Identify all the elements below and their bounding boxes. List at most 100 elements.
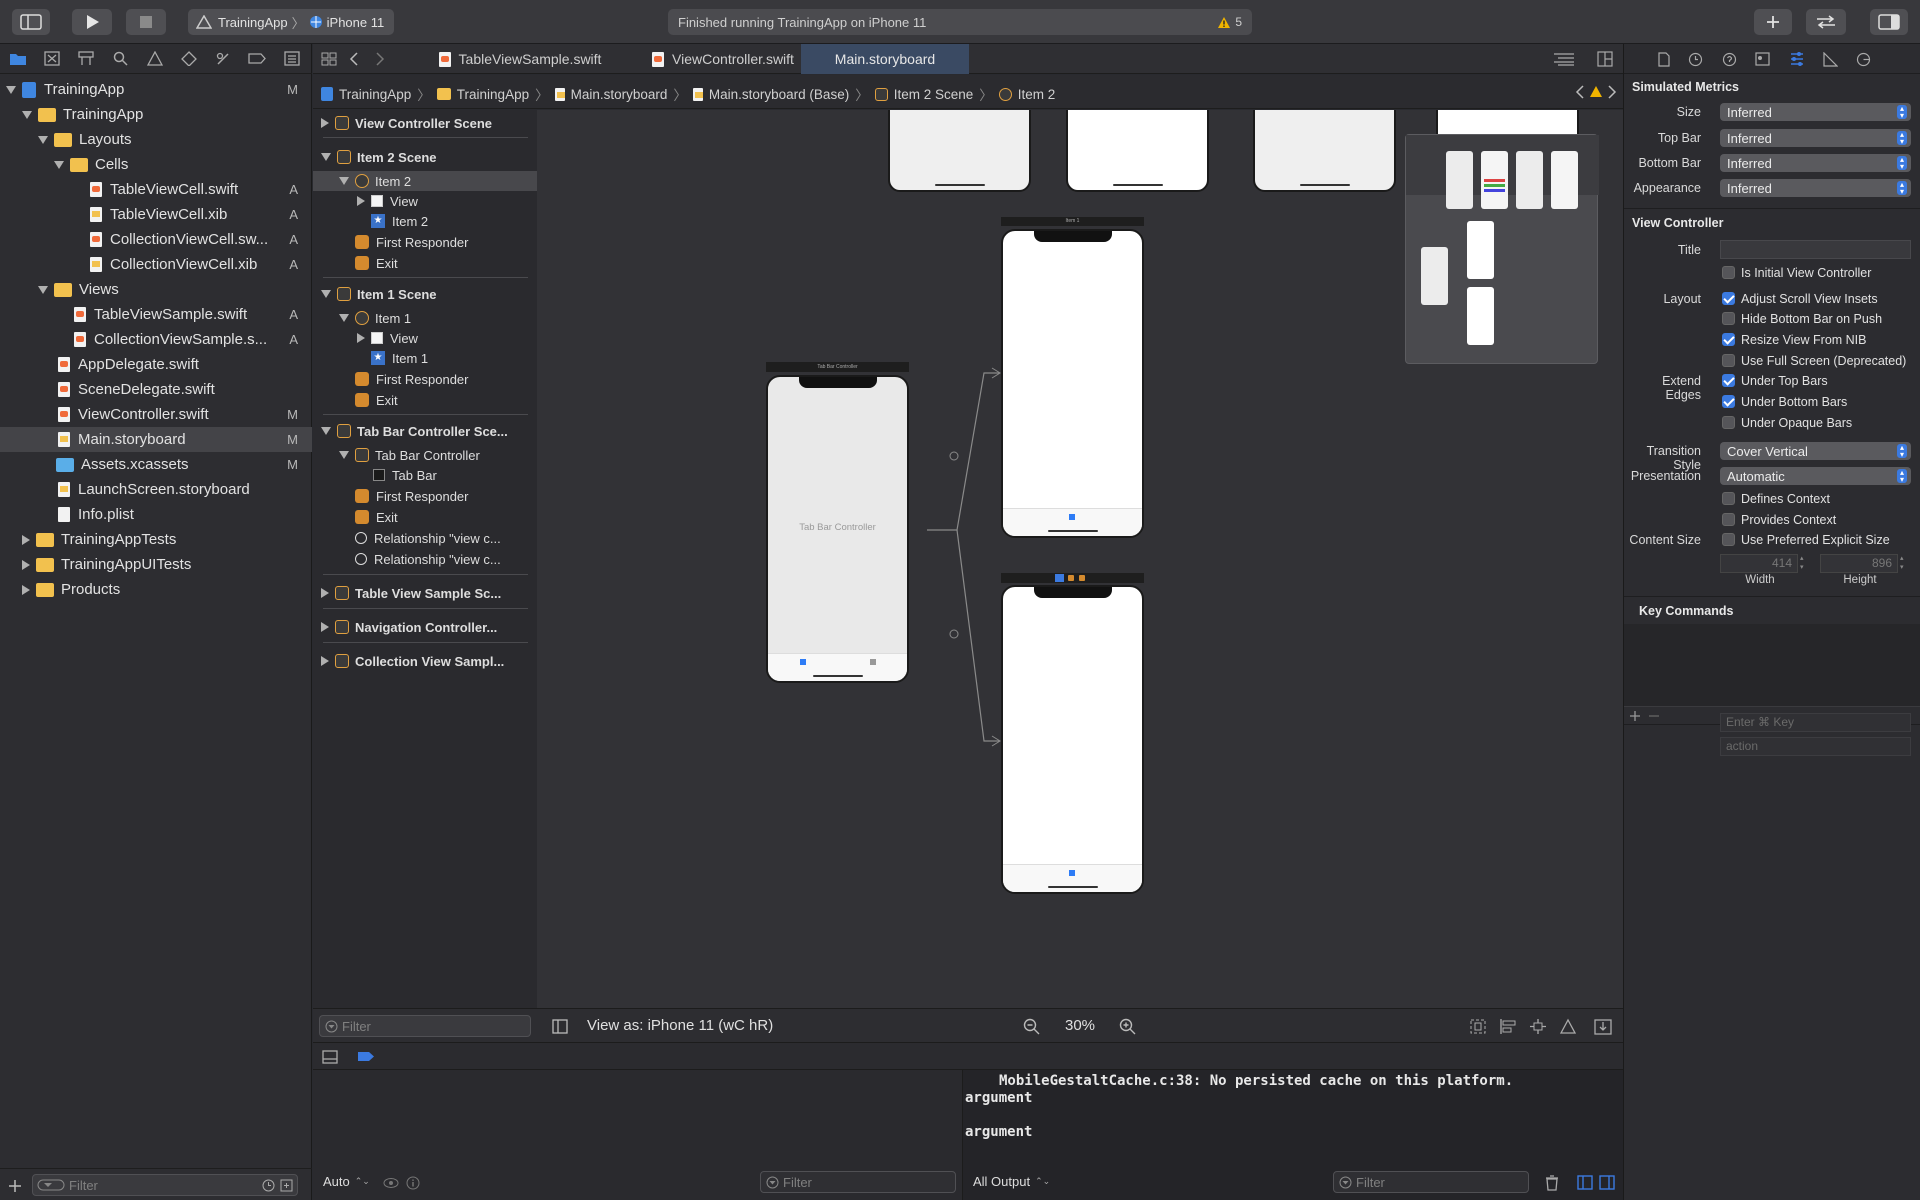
zoom-in-icon[interactable] [1119, 1018, 1136, 1035]
outline-row[interactable]: Item 1 [313, 308, 537, 328]
disclosure-icon[interactable] [38, 135, 48, 144]
storyboard-canvas[interactable]: Tab Bar Controller Tab Bar Controller It… [537, 110, 1623, 1008]
disclosure-icon[interactable] [22, 559, 30, 570]
tab-bar-controller-scene[interactable]: Tab Bar Controller [766, 375, 909, 683]
warning-icon[interactable] [1589, 85, 1603, 98]
add-editor-icon[interactable] [1597, 51, 1613, 67]
outline-row[interactable]: Exit [313, 253, 537, 273]
remove-icon[interactable] [1648, 710, 1660, 722]
outline-row[interactable]: First Responder [313, 486, 537, 506]
disclosure-icon[interactable] [339, 314, 349, 322]
navigator-row[interactable]: TrainingAppTests [0, 527, 312, 552]
appearance-popup[interactable]: Inferred ▴ ▾ [1720, 179, 1911, 197]
outline-row[interactable]: View [313, 191, 537, 211]
disclosure-icon[interactable] [357, 196, 365, 206]
resolve-autolayout-icon[interactable] [1559, 1018, 1577, 1035]
disclosure-icon[interactable] [321, 427, 331, 435]
navigator-row[interactable]: TableViewCell.xib A [0, 202, 312, 227]
size-inspector-icon[interactable] [1823, 52, 1838, 67]
previous-issue-icon[interactable] [1575, 85, 1585, 99]
disclosure-icon[interactable] [22, 110, 32, 119]
top-bar-popup[interactable]: Inferred ▴ ▾ [1720, 129, 1911, 147]
navigator-row[interactable]: Products [0, 577, 312, 602]
editor-options-icon[interactable] [1553, 52, 1575, 66]
connections-inspector-icon[interactable] [1856, 52, 1871, 67]
help-inspector-icon[interactable] [1722, 52, 1737, 67]
breadcrumb-item[interactable]: Main.storyboard [571, 87, 668, 102]
disclosure-icon[interactable] [321, 588, 329, 598]
eye-icon[interactable] [383, 1177, 399, 1189]
outline-row[interactable]: Tab Bar Controller [313, 445, 537, 465]
navigator-row[interactable]: CollectionViewSample.s... A [0, 327, 312, 352]
toggle-navigator-button[interactable] [12, 9, 50, 35]
navigator-row[interactable]: Cells [0, 152, 312, 177]
toggle-inspector-button[interactable] [1870, 9, 1908, 35]
navigator-row[interactable]: TrainingApp [0, 102, 312, 127]
item2-scene[interactable] [1001, 585, 1144, 894]
breadcrumb-item[interactable]: Item 2 Scene [894, 87, 974, 102]
outline-row[interactable]: Relationship "view c... [313, 528, 537, 548]
view-as-device[interactable]: View as: iPhone 11 (wC hR) [587, 1017, 773, 1034]
use-full-screen-checkbox[interactable] [1722, 354, 1735, 367]
is-initial-checkbox[interactable] [1722, 266, 1735, 279]
disclosure-icon[interactable] [339, 177, 349, 185]
breadcrumb-item[interactable]: TrainingApp [339, 87, 411, 102]
canvas-minimap[interactable] [1405, 134, 1599, 364]
outline-row[interactable]: Item 1 Scene [313, 284, 537, 304]
outline-row[interactable]: Exit [313, 507, 537, 527]
outline-row[interactable]: View Controller Scene [313, 113, 537, 133]
source-control-icon[interactable] [44, 51, 60, 66]
breadcrumb-item[interactable]: Main.storyboard (Base) [709, 87, 849, 102]
navigator-row[interactable]: LaunchScreen.storyboard [0, 477, 312, 502]
provides-context-checkbox[interactable] [1722, 513, 1735, 526]
scene-title-bar[interactable]: Item 1 [1001, 217, 1144, 226]
navigator-filter-input[interactable]: Filter [32, 1174, 298, 1196]
tab-main-storyboard[interactable]: Main.storyboard [801, 44, 969, 74]
outline-row[interactable]: Tab Bar [313, 465, 537, 485]
scene-thumbnail[interactable] [888, 110, 1031, 192]
symbol-icon[interactable] [78, 51, 94, 66]
scm-filter-icon[interactable] [280, 1179, 293, 1192]
disclosure-icon[interactable] [321, 153, 331, 161]
scene-dock-icon[interactable] [1079, 575, 1085, 581]
outline-row[interactable]: Table View Sample Sc... [313, 583, 537, 603]
disclosure-icon[interactable] [22, 584, 30, 595]
height-stepper[interactable]: ▴ ▾ [1900, 554, 1910, 573]
disclosure-icon[interactable] [38, 285, 48, 294]
debug-icon[interactable] [215, 51, 231, 66]
disclosure-icon[interactable] [321, 118, 329, 128]
toggle-outline-icon[interactable] [552, 1019, 568, 1034]
navigator-row[interactable]: TableViewSample.swift A [0, 302, 312, 327]
outline-row[interactable]: First Responder [313, 369, 537, 389]
bottom-bar-popup[interactable]: Inferred ▴ ▾ [1720, 154, 1911, 172]
info-icon[interactable] [406, 1176, 420, 1190]
update-frames-icon[interactable] [1469, 1018, 1487, 1035]
embed-in-icon[interactable] [1594, 1018, 1612, 1035]
transition-style-popup[interactable]: Cover Vertical ▴ ▾ [1720, 442, 1911, 460]
navigator-row[interactable]: Views [0, 277, 312, 302]
outline-row[interactable]: Item 2 Scene [313, 147, 537, 167]
attributes-inspector-icon[interactable] [1789, 51, 1805, 67]
find-icon[interactable] [113, 51, 129, 66]
scene-title-bar[interactable] [1001, 573, 1144, 583]
forward-icon[interactable] [375, 52, 385, 66]
hide-bottom-bar-checkbox[interactable] [1722, 312, 1735, 325]
breadcrumb-item[interactable]: Item 2 [1018, 87, 1056, 102]
outline-row[interactable]: Collection View Sampl... [313, 651, 537, 671]
under-bottom-bars-checkbox[interactable] [1722, 395, 1735, 408]
stop-button[interactable] [126, 9, 166, 35]
key-commands-table[interactable] [1624, 624, 1920, 706]
hide-debug-area-icon[interactable] [322, 1050, 338, 1064]
navigator-row[interactable]: Layouts [0, 127, 312, 152]
warning-icon[interactable] [1217, 16, 1231, 29]
height-field[interactable]: 896 [1820, 554, 1898, 573]
grid-icon[interactable] [321, 52, 337, 66]
breakpoint-icon[interactable] [248, 51, 266, 66]
add-icon[interactable] [1629, 710, 1641, 722]
outline-row[interactable]: ★ Item 2 [313, 211, 537, 231]
console-output[interactable]: MobileGestaltCache.c:38: No persisted ca… [963, 1070, 1623, 1200]
defines-context-checkbox[interactable] [1722, 492, 1735, 505]
width-field[interactable]: 414 [1720, 554, 1798, 573]
disclosure-icon[interactable] [6, 85, 16, 94]
add-constraints-icon[interactable] [1529, 1018, 1547, 1035]
